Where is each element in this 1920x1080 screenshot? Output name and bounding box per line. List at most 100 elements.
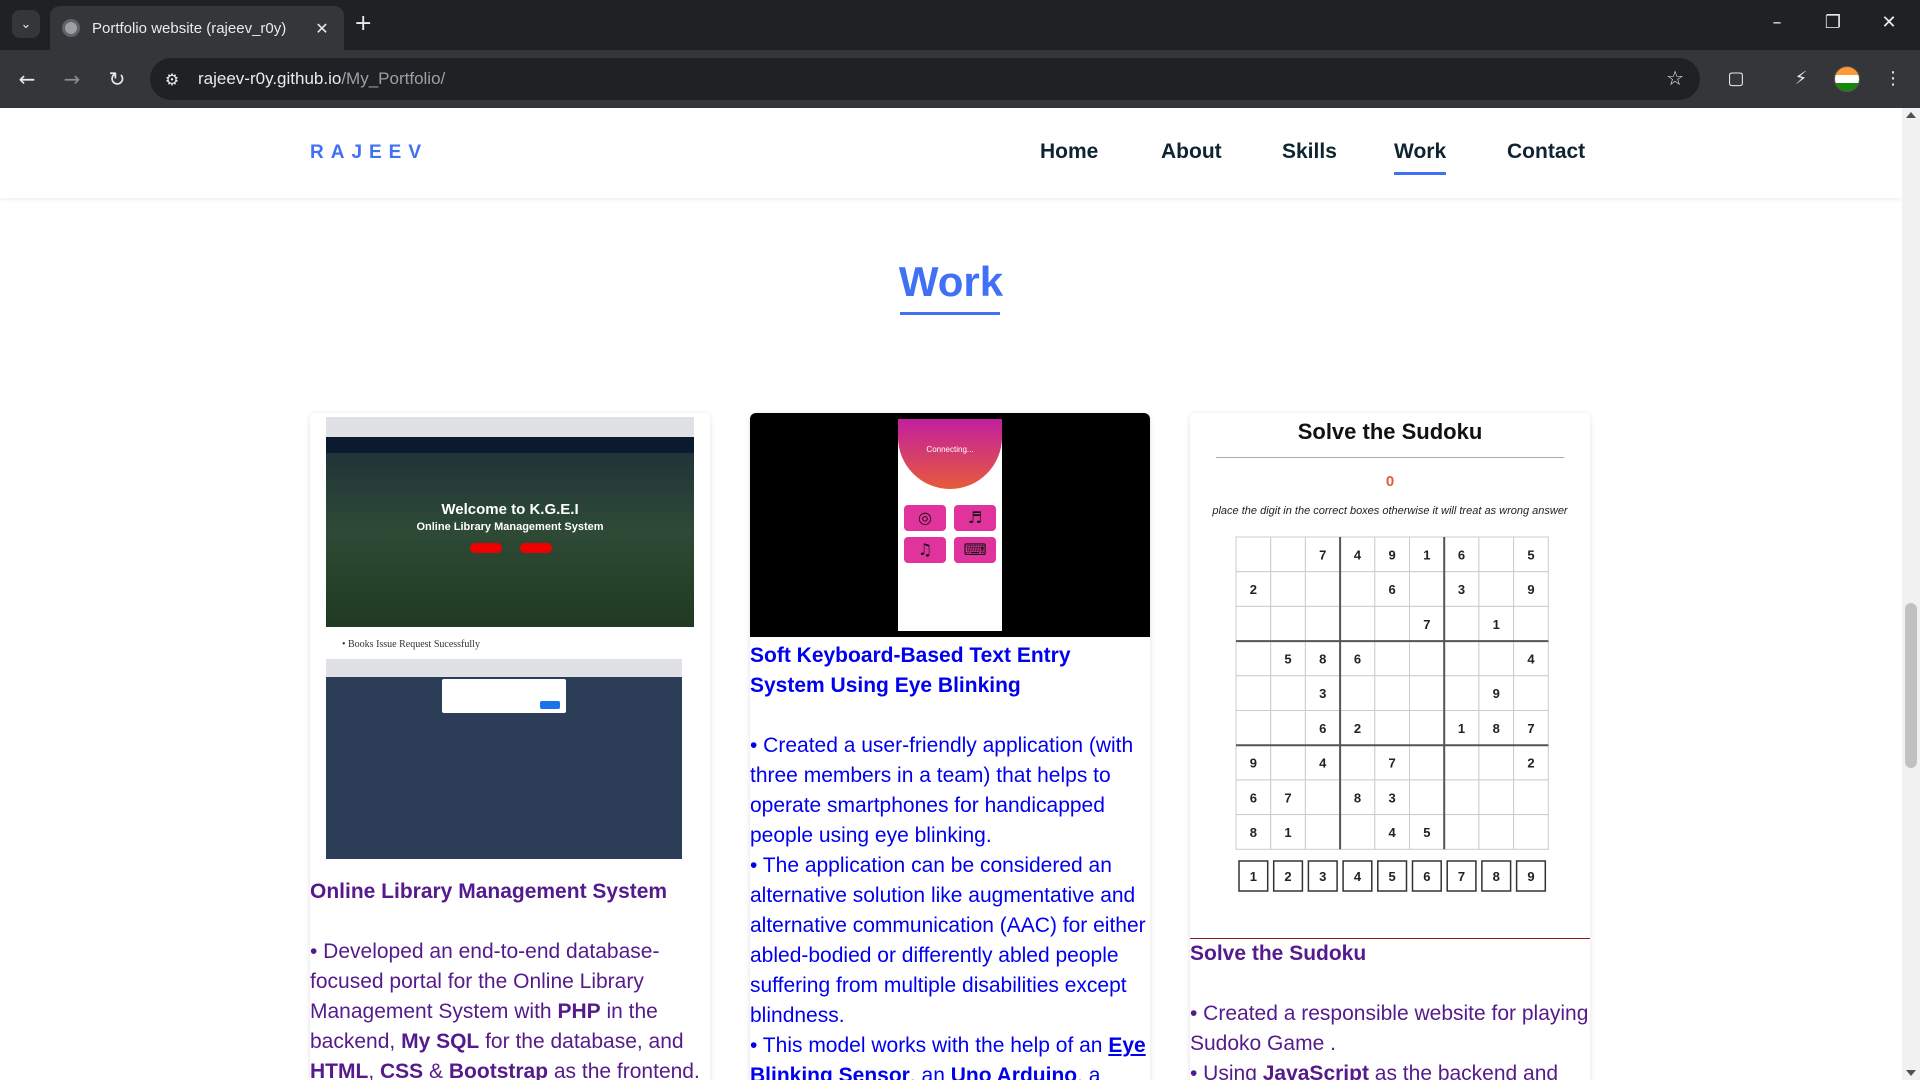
- sudoku-cell[interactable]: [1374, 640, 1411, 677]
- performance-icon[interactable]: ⚡: [1786, 64, 1816, 94]
- minimize-icon[interactable]: –: [1762, 10, 1792, 36]
- sudoku-cell[interactable]: [1409, 640, 1445, 677]
- sudoku-cell-value: 2: [1354, 721, 1361, 736]
- sudoku-cell[interactable]: [1235, 710, 1272, 746]
- sudoku-cell[interactable]: [1443, 814, 1480, 850]
- sudoku-screenshot[interactable]: Solve the Sudoku 0 place the digit in th…: [1190, 413, 1590, 939]
- address-bar[interactable]: ⚙ rajeev-r0y.github.io/My_Portfolio/ ☆: [150, 58, 1700, 100]
- page-scrollbar[interactable]: [1902, 108, 1920, 1080]
- site-info-tune-icon[interactable]: ⚙: [154, 61, 190, 97]
- sudoku-cell[interactable]: [1409, 571, 1445, 607]
- nav-about[interactable]: About: [1161, 140, 1222, 164]
- sudoku-cell[interactable]: [1409, 675, 1445, 711]
- sudoku-cell[interactable]: [1304, 571, 1341, 607]
- sudoku-cell[interactable]: [1478, 571, 1515, 607]
- back-arrow-icon[interactable]: ←: [12, 64, 42, 94]
- work-card-sudoku: Solve the Sudoku 0 place the digit in th…: [1190, 413, 1590, 1080]
- profile-avatar[interactable]: [1834, 66, 1860, 92]
- sudoku-cell[interactable]: [1513, 675, 1549, 711]
- library-subtitle-text: Online Library Management System: [416, 521, 604, 533]
- card-title-eye-blink[interactable]: Soft Keyboard-Based Text Entry System Us…: [750, 641, 1150, 701]
- sudoku-cell[interactable]: [1304, 779, 1341, 816]
- extensions-puzzle-icon[interactable]: ▢: [1721, 64, 1751, 94]
- sudoku-cell[interactable]: [1270, 536, 1306, 573]
- scroll-down-arrow-icon[interactable]: [1906, 1070, 1916, 1076]
- sudoku-cell[interactable]: [1270, 710, 1306, 746]
- restore-icon[interactable]: ❐: [1818, 10, 1848, 36]
- sudoku-cell[interactable]: [1478, 640, 1515, 677]
- sudoku-cell[interactable]: [1270, 744, 1306, 781]
- browser-tab-active[interactable]: Portfolio website (rajeev_r0y) ✕: [50, 6, 344, 50]
- more-menu-icon[interactable]: ⋮: [1878, 64, 1908, 94]
- work-card-eye-blink: Connecting... ◎ ♬ ♫ ⌨ Soft Keyboard-Base…: [750, 413, 1150, 1080]
- sudoku-cell[interactable]: [1374, 605, 1411, 642]
- forward-arrow-icon[interactable]: →: [57, 64, 87, 94]
- nav-work[interactable]: Work: [1394, 140, 1447, 175]
- sudoku-cell[interactable]: [1478, 779, 1515, 816]
- reload-icon[interactable]: ↻: [102, 64, 132, 94]
- phone-mockup: Connecting... ◎ ♬ ♫ ⌨: [898, 419, 1002, 631]
- nav-home[interactable]: Home: [1040, 140, 1098, 164]
- url-text[interactable]: rajeev-r0y.github.io/My_Portfolio/: [198, 69, 445, 89]
- sudoku-cell[interactable]: [1235, 675, 1272, 711]
- sudoku-cell[interactable]: [1270, 571, 1306, 607]
- sudoku-cell[interactable]: [1339, 675, 1376, 711]
- sudoku-cell[interactable]: [1478, 536, 1515, 573]
- sudoku-cell[interactable]: [1374, 675, 1411, 711]
- sudoku-cell[interactable]: [1513, 814, 1549, 850]
- sudoku-cell[interactable]: [1235, 640, 1272, 677]
- sudoku-cell[interactable]: [1235, 605, 1272, 642]
- card-title-sudoku[interactable]: Solve the Sudoku: [1190, 939, 1590, 969]
- sudoku-cell[interactable]: [1513, 779, 1549, 816]
- sudoku-cell[interactable]: [1409, 779, 1445, 816]
- sudoku-cell[interactable]: [1443, 640, 1480, 677]
- sudoku-cell-value: 6: [1319, 721, 1326, 736]
- sudoku-cell[interactable]: [1339, 571, 1376, 607]
- sudoku-cell[interactable]: [1270, 605, 1306, 642]
- scroll-thumb[interactable]: [1905, 603, 1917, 768]
- sudoku-cell-value: 7: [1527, 721, 1534, 736]
- sudoku-cell-value: 4: [1389, 825, 1397, 840]
- bookmark-star-icon[interactable]: ☆: [1666, 66, 1684, 90]
- new-tab-plus-icon[interactable]: +: [354, 12, 372, 36]
- eye-blink-screenshot[interactable]: Connecting... ◎ ♬ ♫ ⌨: [750, 413, 1150, 637]
- sudoku-cell[interactable]: [1339, 814, 1376, 850]
- nav-contact[interactable]: Contact: [1507, 140, 1585, 164]
- library-screenshot[interactable]: Welcome to K.G.E.I Online Library Manage…: [310, 413, 710, 873]
- music-icon: ♫: [904, 537, 946, 563]
- close-window-icon[interactable]: ✕: [1874, 10, 1904, 36]
- tab-search-chevron-icon[interactable]: ⌄: [12, 10, 40, 38]
- card-title-library[interactable]: Online Library Management System: [310, 877, 710, 907]
- sudoku-cell[interactable]: [1409, 744, 1445, 781]
- sudoku-cell[interactable]: [1339, 605, 1376, 642]
- sudoku-cell[interactable]: [1513, 605, 1549, 642]
- site-header: RAJEEV Home About Skills Work Contact: [0, 108, 1902, 198]
- sudoku-cell[interactable]: [1443, 605, 1480, 642]
- site-logo[interactable]: RAJEEV: [310, 142, 428, 164]
- sudoku-cell[interactable]: [1374, 710, 1411, 746]
- sudoku-cell[interactable]: [1270, 675, 1306, 711]
- sudoku-cell[interactable]: [1443, 744, 1480, 781]
- sudoku-digit-label: 6: [1423, 869, 1430, 884]
- library-red-button: [520, 543, 552, 553]
- sudoku-cell[interactable]: [1478, 744, 1515, 781]
- sudoku-cell[interactable]: [1443, 675, 1480, 711]
- sudoku-cell-value: 9: [1250, 756, 1257, 771]
- tab-close-icon[interactable]: ✕: [312, 19, 332, 38]
- sudoku-cell[interactable]: [1235, 536, 1272, 573]
- sudoku-cell[interactable]: [1304, 605, 1341, 642]
- sudoku-cell[interactable]: [1443, 779, 1480, 816]
- sudoku-cell-value: 8: [1250, 825, 1257, 840]
- sudoku-cell[interactable]: [1409, 710, 1445, 746]
- scroll-up-arrow-icon[interactable]: [1906, 112, 1916, 118]
- sudoku-cell-value: 4: [1354, 547, 1362, 562]
- sudoku-cell[interactable]: [1304, 814, 1341, 850]
- sudoku-cell[interactable]: [1339, 744, 1376, 781]
- browser-toolbar: ← → ↻ ⚙ rajeev-r0y.github.io/My_Portfoli…: [0, 50, 1920, 108]
- library-welcome-text: Welcome to K.G.E.I: [441, 501, 579, 518]
- nav-skills[interactable]: Skills: [1282, 140, 1337, 164]
- sudoku-cell[interactable]: [1478, 814, 1515, 850]
- highlighted-term: Eye Blinking Sensor: [750, 1034, 1146, 1080]
- screenshot-ok-button: [540, 701, 560, 709]
- library-dialog-screenshot: [326, 659, 682, 859]
